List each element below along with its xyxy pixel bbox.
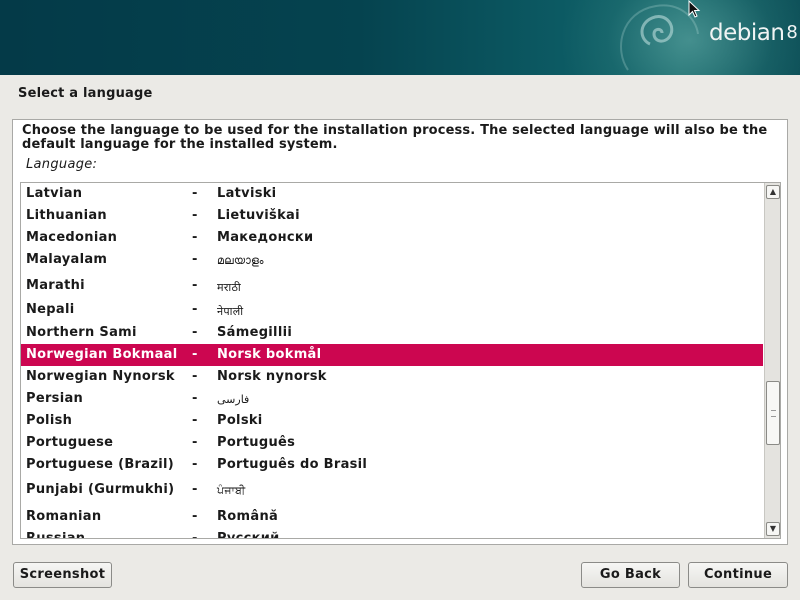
language-item[interactable]: Portuguese (Brazil) - Português do Brasil xyxy=(21,454,763,476)
language-item[interactable]: Persian - فارسی xyxy=(21,388,763,410)
language-separator: - xyxy=(192,325,198,340)
language-item[interactable]: Malayalam - മലയാളം xyxy=(21,249,763,271)
language-item[interactable]: Portuguese - Português xyxy=(21,432,763,454)
language-name: Nepali xyxy=(26,302,75,317)
language-name: Portuguese (Brazil) xyxy=(26,457,174,472)
language-item[interactable]: Macedonian - Македонски xyxy=(21,227,763,249)
language-native-name: Norsk nynorsk xyxy=(217,369,327,384)
language-separator: - xyxy=(192,369,198,384)
language-name: Marathi xyxy=(26,278,85,293)
language-name: Latvian xyxy=(26,186,83,201)
language-native-name: فارسی xyxy=(217,393,250,406)
language-separator: - xyxy=(192,482,198,497)
continue-button[interactable]: Continue xyxy=(688,562,788,588)
language-native-name: Română xyxy=(217,509,279,524)
go-back-button[interactable]: Go Back xyxy=(581,562,680,588)
language-native-name: Latviski xyxy=(217,186,277,201)
language-separator: - xyxy=(192,278,198,293)
language-native-name: Norsk bokmål xyxy=(217,347,322,362)
language-item[interactable]: Nepali - नेपाली xyxy=(21,299,763,321)
debian-logo: debian 8 xyxy=(709,20,798,46)
language-item[interactable]: Russian - Русский xyxy=(21,528,763,539)
language-item[interactable]: Norwegian Nynorsk - Norsk nynorsk xyxy=(21,366,763,388)
language-name: Norwegian Nynorsk xyxy=(26,369,175,384)
language-item[interactable]: Marathi - मराठी xyxy=(21,275,763,297)
logo-version: 8 xyxy=(786,22,798,43)
content-panel: Choose the language to be used for the i… xyxy=(12,119,788,545)
language-list-label: Language: xyxy=(26,157,98,172)
page-title: Select a language xyxy=(18,86,153,101)
scrollbar-thumb[interactable] xyxy=(766,381,780,445)
scrollbar-grip xyxy=(771,410,776,417)
language-native-name: മലയാളം xyxy=(217,254,264,267)
language-separator: - xyxy=(192,230,198,245)
language-name: Portuguese xyxy=(26,435,114,450)
language-separator: - xyxy=(192,347,198,362)
language-native-name: Polski xyxy=(217,413,263,428)
language-separator: - xyxy=(192,509,198,524)
language-list[interactable]: Latvian - Latviski Lithuanian - Lietuviškai Ma… xyxy=(20,182,781,539)
language-separator: - xyxy=(192,252,198,267)
language-separator: - xyxy=(192,208,198,223)
language-item[interactable]: Romanian - Română xyxy=(21,506,763,528)
language-native-name: Português xyxy=(217,435,296,450)
language-item[interactable]: Northern Sami - Sámegillii xyxy=(21,322,763,344)
language-separator: - xyxy=(192,302,198,317)
language-name: Punjabi (Gurmukhi) xyxy=(26,482,175,497)
scroll-down-button[interactable]: ▼ xyxy=(766,522,780,536)
language-name: Macedonian xyxy=(26,230,118,245)
language-native-name: Sámegillii xyxy=(217,325,293,340)
header-banner: debian 8 xyxy=(0,0,800,75)
scroll-up-button[interactable]: ▲ xyxy=(766,185,780,199)
logo-text: debian xyxy=(709,20,785,46)
language-name: Northern Sami xyxy=(26,325,137,340)
language-separator: - xyxy=(192,186,198,201)
language-separator: - xyxy=(192,391,198,406)
language-native-name: मराठी xyxy=(217,281,242,294)
language-item[interactable]: Polish - Polski xyxy=(21,410,763,432)
language-name: Polish xyxy=(26,413,73,428)
language-separator: - xyxy=(192,457,198,472)
language-item-selected[interactable]: Norwegian Bokmaal - Norsk bokmål xyxy=(21,344,763,366)
language-separator: - xyxy=(192,413,198,428)
language-name: Lithuanian xyxy=(26,208,107,223)
language-native-name: नेपाली xyxy=(217,305,244,318)
language-name: Malayalam xyxy=(26,252,108,267)
screenshot-button[interactable]: Screenshot xyxy=(13,562,112,588)
debian-swirl-icon xyxy=(620,4,699,71)
instructions-text: Choose the language to be used for the i… xyxy=(22,123,768,152)
language-native-name: Lietuviškai xyxy=(217,208,300,223)
language-native-name: Македонски xyxy=(217,230,314,245)
language-separator: - xyxy=(192,435,198,450)
mouse-cursor-icon xyxy=(688,0,701,18)
language-separator: - xyxy=(192,531,198,539)
language-item[interactable]: Latvian - Latviski xyxy=(21,183,763,205)
language-native-name: Português do Brasil xyxy=(217,457,368,472)
language-item[interactable]: Lithuanian - Lietuviškai xyxy=(21,205,763,227)
language-native-name: ਪੰਜਾਬੀ xyxy=(217,484,246,497)
language-name: Persian xyxy=(26,391,84,406)
language-item[interactable]: Punjabi (Gurmukhi) - ਪੰਜਾਬੀ xyxy=(21,479,763,501)
language-name: Russian xyxy=(26,531,86,539)
language-native-name: Русский xyxy=(217,531,280,539)
list-scrollbar[interactable]: ▲ ▼ xyxy=(764,183,780,538)
language-name: Norwegian Bokmaal xyxy=(26,347,178,362)
language-name: Romanian xyxy=(26,509,102,524)
